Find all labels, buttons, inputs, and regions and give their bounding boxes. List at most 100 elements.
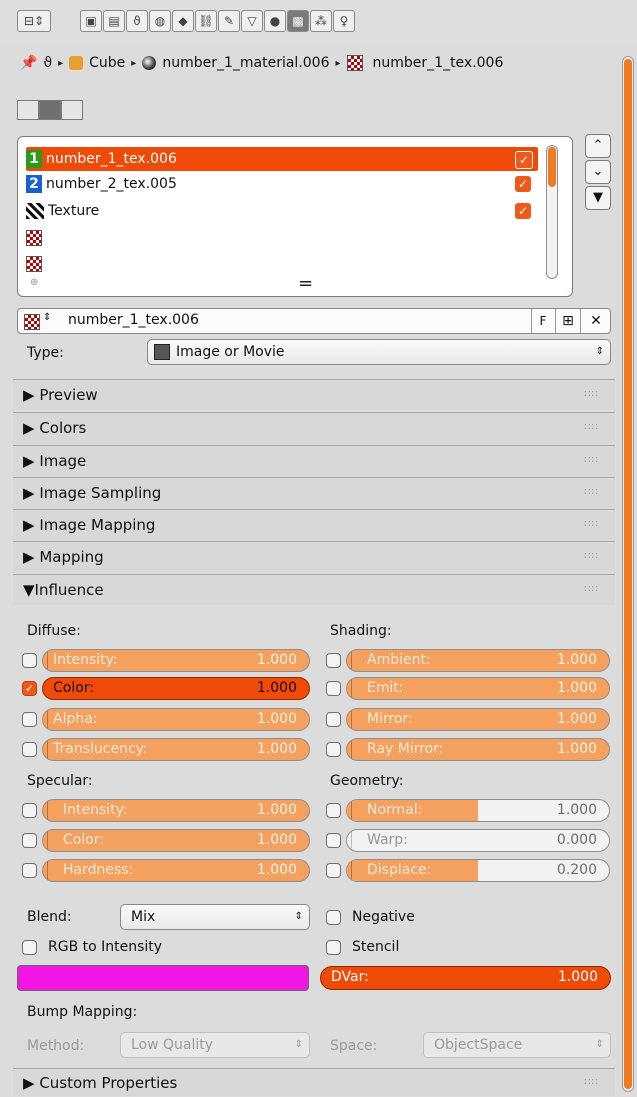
unlink-texture-icon[interactable]: ✕: [580, 309, 611, 333]
particles-icon[interactable]: ⁂: [310, 10, 332, 32]
properties-scrollbar-thumb[interactable]: [624, 59, 632, 1089]
render-icon[interactable]: ▣: [80, 10, 102, 32]
shading-emit-slider[interactable]: Emit: 1.000: [346, 677, 610, 700]
panel-custom-properties[interactable]: ▶ Custom Properties ∷∷: [13, 1068, 615, 1096]
blend-label: Blend:: [27, 909, 72, 925]
slot-enabled-checkbox[interactable]: ✓: [515, 203, 531, 219]
specular-intensity-slider[interactable]: Intensity: 1.000: [42, 799, 310, 822]
new-texture-icon[interactable]: ⊞: [555, 309, 580, 333]
blend-select[interactable]: Mix ⇕: [120, 904, 310, 930]
slider-label: Ambient:: [367, 652, 431, 668]
geometry-normal-checkbox[interactable]: [326, 803, 341, 818]
move-slot-up-button[interactable]: ⌃: [585, 134, 611, 158]
geometry-displace-slider[interactable]: Displace: 0.200: [346, 859, 610, 882]
drag-grip-icon[interactable]: ∷∷: [584, 575, 599, 605]
slot-enabled-checkbox[interactable]: ✓: [515, 151, 533, 169]
shading-ambient-checkbox[interactable]: [326, 653, 341, 668]
physics-icon[interactable]: ♀: [333, 10, 355, 32]
diffuse-color-checkbox[interactable]: ✓: [22, 681, 37, 696]
list-item[interactable]: [26, 252, 46, 276]
geometry-displace-checkbox[interactable]: [326, 863, 341, 878]
stencil-checkbox[interactable]: [326, 940, 341, 955]
data-icon[interactable]: ▽: [241, 10, 263, 32]
world-context-icon[interactable]: [17, 100, 39, 120]
world-icon[interactable]: ◍: [149, 10, 171, 32]
drag-grip-icon[interactable]: ∷∷: [584, 413, 599, 443]
drag-grip-icon[interactable]: ∷∷: [584, 446, 599, 476]
material-context-icon[interactable]: [39, 100, 61, 120]
diffuse-translucency-slider[interactable]: Translucency: 1.000: [42, 738, 310, 761]
geometry-warp-checkbox[interactable]: [326, 833, 341, 848]
diffuse-alpha-slider[interactable]: Alpha: 1.000: [42, 708, 310, 731]
shading-ambient-slider[interactable]: Ambient: 1.000: [346, 649, 610, 672]
specular-hardness-checkbox[interactable]: [22, 863, 37, 878]
bump-space-select[interactable]: ObjectSpace ⇕: [423, 1032, 611, 1058]
shading-mirror-checkbox[interactable]: [326, 712, 341, 727]
specular-hardness-slider[interactable]: Hardness: 1.000: [42, 859, 310, 882]
geometry-warp-slider[interactable]: Warp: 0.000: [346, 829, 610, 852]
slider-label: DVar:: [331, 969, 369, 985]
drag-grip-icon[interactable]: ∷∷: [584, 542, 599, 572]
slot-enabled-checkbox[interactable]: ✓: [515, 176, 531, 192]
drag-grip-icon[interactable]: ∷∷: [584, 1069, 599, 1097]
texture-color-swatch[interactable]: [17, 965, 309, 991]
panel-image[interactable]: ▶ Image ∷∷: [13, 445, 615, 476]
editor-type-menu[interactable]: ⊟⇕: [17, 10, 51, 32]
specular-color-checkbox[interactable]: [22, 833, 37, 848]
drag-grip-icon[interactable]: ∷∷: [584, 510, 599, 540]
material-icon[interactable]: ●: [264, 10, 286, 32]
specular-intensity-checkbox[interactable]: [22, 803, 37, 818]
slider-value: 1.000: [256, 652, 297, 668]
negative-checkbox[interactable]: [326, 910, 341, 925]
texture-name-input[interactable]: number_1_tex.006: [68, 312, 199, 328]
texture-type-select[interactable]: Image or Movie ⇕: [147, 339, 611, 365]
list-scrollbar-thumb[interactable]: [548, 147, 556, 187]
panel-image-sampling[interactable]: ▶ Image Sampling ∷∷: [13, 477, 615, 508]
properties-scrollbar[interactable]: [622, 56, 634, 1092]
bump-method-select[interactable]: Low Quality ⇕: [120, 1032, 310, 1058]
shading-ray-mirror-checkbox[interactable]: [326, 742, 341, 757]
list-item[interactable]: Texture: [26, 199, 99, 223]
fake-user-button[interactable]: F: [531, 309, 554, 333]
diffuse-alpha-checkbox[interactable]: [22, 712, 37, 727]
list-item[interactable]: 1 number_1_tex.006: [26, 147, 538, 171]
shading-emit-checkbox[interactable]: [326, 681, 341, 696]
list-item[interactable]: 2 number_2_tex.005: [26, 172, 177, 196]
diffuse-color-slider[interactable]: Color: 1.000: [42, 677, 310, 700]
render-layers-icon[interactable]: ▤: [103, 10, 125, 32]
panel-image-mapping[interactable]: ▶ Image Mapping ∷∷: [13, 509, 615, 540]
panel-influence[interactable]: ▼Influence ∷∷: [13, 574, 615, 605]
rgb-to-intensity-checkbox[interactable]: [22, 940, 37, 955]
panel-colors[interactable]: ▶ Colors ∷∷: [13, 412, 615, 443]
panel-preview[interactable]: ▶ Preview ∷∷: [13, 379, 615, 410]
shading-ray-mirror-slider[interactable]: Ray Mirror: 1.000: [346, 738, 610, 761]
modifiers-icon[interactable]: ✎: [218, 10, 240, 32]
panel-mapping[interactable]: ▶ Mapping ∷∷: [13, 541, 615, 572]
scene-icon[interactable]: ϑ: [126, 10, 148, 32]
drag-grip-icon[interactable]: ∷∷: [584, 380, 599, 410]
texture-browse-icon[interactable]: [24, 314, 40, 330]
grow-list-icon[interactable]: ⊕: [30, 277, 38, 288]
list-resize-handle[interactable]: =: [298, 273, 313, 294]
geometry-normal-slider[interactable]: Normal: 1.000: [346, 799, 610, 822]
diffuse-intensity-checkbox[interactable]: [22, 653, 37, 668]
shading-mirror-slider[interactable]: Mirror: 1.000: [346, 708, 610, 731]
texture-type-value: Image or Movie: [176, 344, 285, 360]
chevron-right-icon: ▸: [58, 57, 64, 69]
diffuse-translucency-checkbox[interactable]: [22, 742, 37, 757]
list-item[interactable]: [26, 226, 46, 250]
constraints-icon[interactable]: ⛓: [195, 10, 217, 32]
texture-datablock-field: ⇕ number_1_tex.006 F ⊞ ✕: [17, 308, 611, 334]
dvar-slider[interactable]: DVar: 1.000: [320, 966, 611, 990]
slot-specials-menu-button[interactable]: ▼: [585, 186, 611, 210]
brush-context-icon[interactable]: [61, 100, 83, 120]
diffuse-intensity-slider[interactable]: Intensity: 1.000: [42, 649, 310, 672]
move-slot-down-button[interactable]: ⌄: [585, 160, 611, 184]
list-scrollbar[interactable]: [546, 145, 558, 279]
drag-grip-icon[interactable]: ∷∷: [584, 478, 599, 508]
texture-icon[interactable]: ▩: [287, 10, 309, 32]
slider-label: Color:: [63, 832, 105, 848]
specular-color-slider[interactable]: Color: 1.000: [42, 829, 310, 852]
object-icon[interactable]: ◆: [172, 10, 194, 32]
pin-icon[interactable]: 📌: [20, 55, 37, 71]
